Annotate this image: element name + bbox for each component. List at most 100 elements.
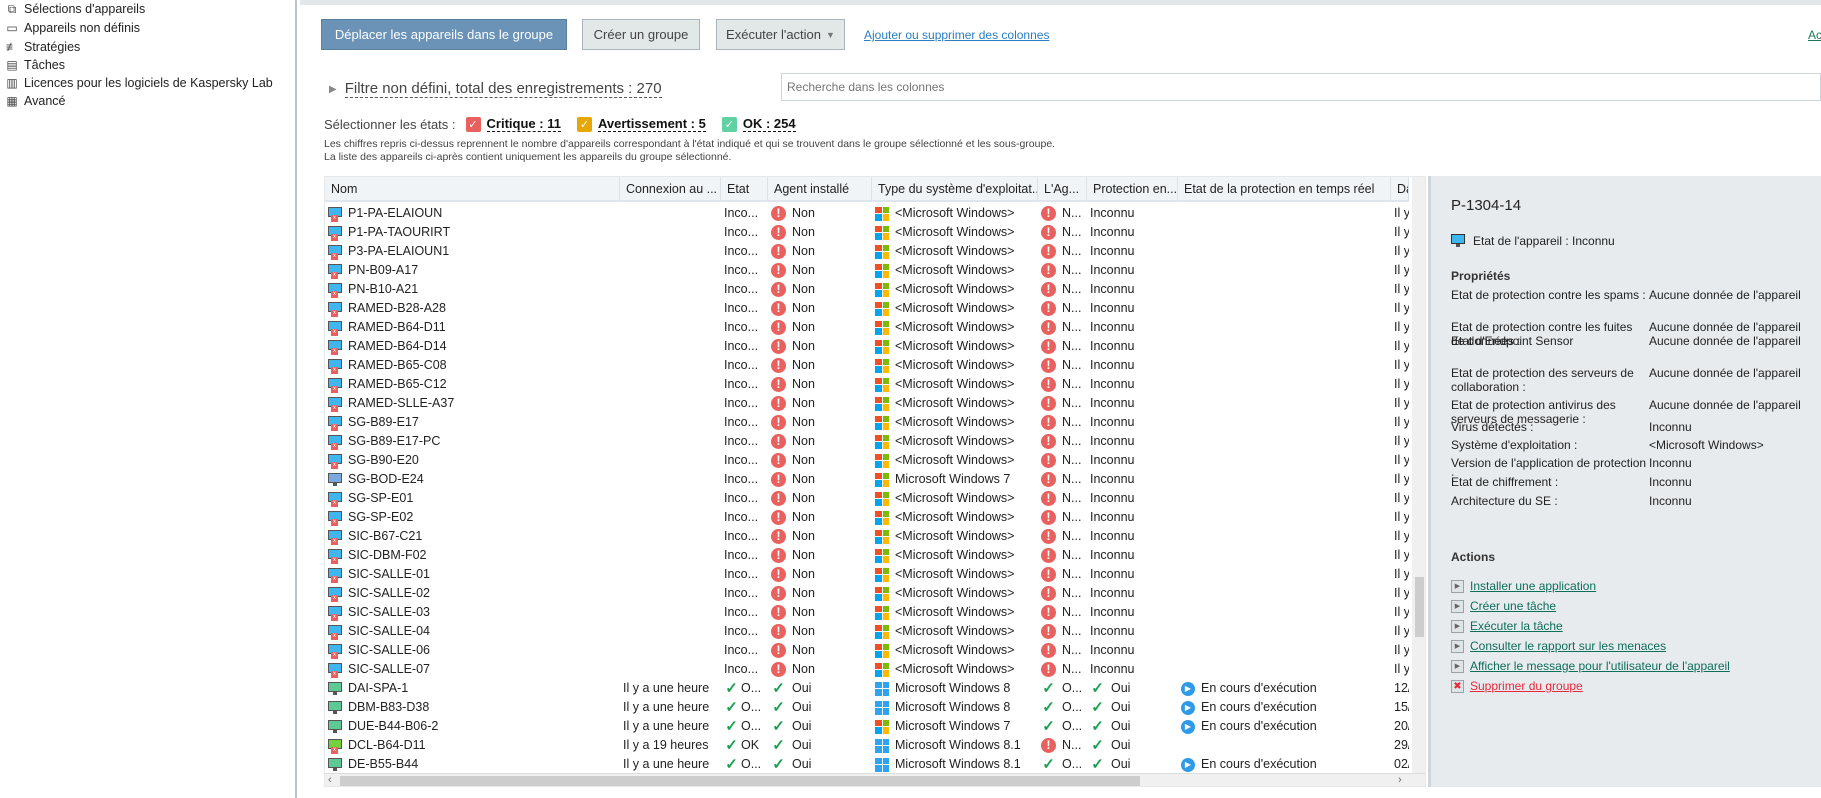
cell-realtime-protection: ▶ En cours d'exécution <box>1178 679 1391 698</box>
table-row[interactable]: x SIC-SALLE-06 Inco... ! Non <Microsoft Windo… <box>325 641 1409 660</box>
filter-toggle[interactable]: ▶ Filtre non défini, total des enregistre… <box>329 80 662 98</box>
cell-connection <box>620 508 721 527</box>
table-row[interactable]: x SIC-DBM-F02 Inco... ! Non <Microsoft Window… <box>325 546 1409 565</box>
action-link[interactable]: ✖ Supprimer du groupe <box>1451 679 1583 693</box>
column-header-state[interactable]: Etat <box>721 177 768 202</box>
table-row[interactable]: x RAMED-B65-C12 Inco... ! Non <Microsoft Wind… <box>325 375 1409 394</box>
table-row[interactable]: x RAMED-B64-D11 Inco... ! Non <Microsoft Wind… <box>325 318 1409 337</box>
sidebar-item-tasks[interactable]: ▤ Tâches <box>6 58 65 72</box>
error-icon: ! <box>771 491 786 506</box>
cell-realtime-protection <box>1178 603 1391 622</box>
warning-filter[interactable]: Avertissement : 5 <box>597 116 706 132</box>
cell-name: x RAMED-SLLE-A37 <box>325 394 620 413</box>
scroll-right-icon[interactable]: › <box>1398 774 1402 786</box>
sidebar-item-advanced[interactable]: ▦ Avancé <box>6 94 65 108</box>
right-link[interactable]: Ac <box>1808 28 1821 42</box>
column-header-agent[interactable]: Agent installé <box>768 177 872 202</box>
cell-agent-status: ! N... <box>1038 204 1087 223</box>
table-row[interactable]: x SIC-SALLE-03 Inco... ! Non <Microsoft Windo… <box>325 603 1409 622</box>
table-row[interactable]: x RAMED-B28-A28 Inco... ! Non <Microsoft Wind… <box>325 299 1409 318</box>
running-icon: ▶ <box>1181 700 1195 715</box>
table-row[interactable]: x SIC-SALLE-01 Inco... ! Non <Microsoft Windo… <box>325 565 1409 584</box>
cell-agent-status: ! N... <box>1038 413 1087 432</box>
table-row[interactable]: x SIC-B67-C21 Inco... ! Non <Microsoft Window… <box>325 527 1409 546</box>
move-devices-button[interactable]: Déplacer les appareils dans le groupe <box>321 19 567 50</box>
table-row[interactable]: x SIC-SALLE-07 Inco... ! Non <Microsoft Windo… <box>325 660 1409 679</box>
action-link[interactable]: ▶ Créer une tâche <box>1451 599 1556 613</box>
table-row[interactable]: DUE-B44-B06-2 Il y a une heure ✓ O... ✓ Oui Mi… <box>325 717 1409 736</box>
device-icon <box>328 700 342 716</box>
add-remove-columns-link[interactable]: Ajouter ou supprimer des colonnes <box>864 28 1049 42</box>
horizontal-scrollbar-thumb[interactable] <box>340 776 1140 786</box>
cell-connection <box>620 584 721 603</box>
vertical-scrollbar-thumb[interactable] <box>1415 577 1424 637</box>
table-row[interactable]: x SG-SP-E01 Inco... ! Non <Microsoft Windows>… <box>325 489 1409 508</box>
warning-checkbox[interactable]: ✓ <box>576 116 592 132</box>
cell-connection <box>620 641 721 660</box>
critical-checkbox[interactable]: ✓ <box>465 116 481 132</box>
column-header-protection[interactable]: Protection en... <box>1087 177 1178 202</box>
error-icon: ! <box>1041 225 1056 240</box>
table-row[interactable]: x PN-B10-A21 Inco... ! Non <Microsoft Windows… <box>325 280 1409 299</box>
table-row[interactable]: x P3-PA-ELAIOUN1 Inco... ! Non <Microsoft Win… <box>325 242 1409 261</box>
error-icon: ! <box>771 415 786 430</box>
table-row[interactable]: x SG-B89-E17-PC Inco... ! Non <Microsoft Wind… <box>325 432 1409 451</box>
table-row[interactable]: x RAMED-B64-D14 Inco... ! Non <Microsoft Wind… <box>325 337 1409 356</box>
table-row[interactable]: x SG-B90-E20 Inco... ! Non <Microsoft Windows… <box>325 451 1409 470</box>
table-row[interactable]: DBM-B83-D38 Il y a une heure ✓ O... ✓ Oui Micr… <box>325 698 1409 717</box>
table-row[interactable]: SG-BOD-E24 Inco... ! Non Microsoft Windows 7… <box>325 470 1409 489</box>
windows-flag-icon <box>875 567 889 582</box>
table-row[interactable]: x RAMED-B65-C08 Inco... ! Non <Microsoft Wind… <box>325 356 1409 375</box>
ok-filter[interactable]: OK : 254 <box>742 116 796 132</box>
column-search-input[interactable] <box>781 73 1821 101</box>
cell-realtime-protection <box>1178 337 1391 356</box>
table-row[interactable]: x P1-PA-ELAIOUN Inco... ! Non <Microsoft Wind… <box>325 204 1409 223</box>
windows-flag-icon <box>875 491 889 506</box>
table-row[interactable]: x SIC-SALLE-04 Inco... ! Non <Microsoft Windo… <box>325 622 1409 641</box>
scroll-left-icon[interactable]: ‹ <box>328 774 332 786</box>
table-row[interactable]: x SG-B89-E17 Inco... ! Non <Microsoft Windows… <box>325 413 1409 432</box>
horizontal-scrollbar[interactable]: ‹ › <box>325 773 1425 786</box>
list-note: La liste des appareils ci-après contient… <box>324 151 732 163</box>
table-row[interactable]: DE-B55-B44 Il y a une heure ✓ O... ✓ Oui Micro… <box>325 755 1409 774</box>
cell-connection <box>620 432 721 451</box>
table-row[interactable]: x SIC-SALLE-02 Inco... ! Non <Microsoft Windo… <box>325 584 1409 603</box>
action-link[interactable]: ▶ Exécuter la tâche <box>1451 619 1563 633</box>
sidebar-item-unassigned-devices[interactable]: ▭ Appareils non définis <box>6 21 140 35</box>
cell-agent: ! Non <box>768 223 872 242</box>
cell-os-type: <Microsoft Windows> <box>872 546 1038 565</box>
cell-protection: Inconnu <box>1090 662 1135 676</box>
property-row: Etat d'Endpoint Sensor Aucune donnée de l… <box>1451 334 1801 348</box>
action-link[interactable]: ▶ Installer une application <box>1451 579 1596 593</box>
action-link[interactable]: ▶ Consulter le rapport sur les menaces <box>1451 639 1666 653</box>
cell-os-type: <Microsoft Windows> <box>872 432 1038 451</box>
table-row[interactable]: x P1-PA-TAOURIRT Inco... ! Non <Microsoft Win… <box>325 223 1409 242</box>
table-row[interactable]: DAI-SPA-1 Il y a une heure ✓ O... ✓ Oui Micros… <box>325 679 1409 698</box>
table-row[interactable]: x RAMED-SLLE-A37 Inco... ! Non <Microsoft Win… <box>325 394 1409 413</box>
sidebar-item-policies[interactable]: ≢ Stratégies <box>6 40 80 54</box>
column-header-date[interactable]: Da <box>1391 177 1409 202</box>
windows-flag-icon <box>875 282 889 297</box>
sidebar-item-licenses[interactable]: ▥ Licences pour les logiciels de Kaspersk… <box>6 76 272 90</box>
table-row[interactable]: x DCL-B64-D11 Il y a 19 heures ✓ OK ✓ Oui Micro… <box>325 736 1409 755</box>
run-action-button[interactable]: Exécuter l'action ▼ <box>716 19 845 50</box>
sidebar-item-device-selections[interactable]: ⧉ Sélections d'appareils <box>6 2 146 16</box>
play-icon: ▶ <box>1451 659 1464 673</box>
table-row[interactable]: x SG-SP-E02 Inco... ! Non <Microsoft Windows>… <box>325 508 1409 527</box>
cell-date: Il y <box>1394 282 1409 296</box>
check-icon: ✓ <box>1091 699 1104 716</box>
cell-connection: Il y a une heure <box>623 700 710 714</box>
create-group-button[interactable]: Créer un groupe <box>582 19 700 50</box>
error-icon: ! <box>771 282 786 297</box>
column-header-os-type[interactable]: Type du système d'exploitat... <box>872 177 1038 202</box>
column-header-agent-status[interactable]: L'Ag... <box>1038 177 1087 202</box>
critical-filter[interactable]: Critique : 11 <box>486 116 561 132</box>
error-icon: ! <box>771 605 786 620</box>
column-header-realtime-protection[interactable]: Etat de la protection en temps réel <box>1178 177 1391 202</box>
action-link[interactable]: ▶ Afficher le message pour l'utilisateur … <box>1451 659 1730 673</box>
column-header-name[interactable]: Nom <box>325 177 620 202</box>
ok-checkbox[interactable]: ✓ <box>721 116 737 132</box>
column-header-connection[interactable]: Connexion au ... <box>620 177 721 202</box>
table-row[interactable]: x PN-B09-A17 Inco... ! Non <Microsoft Windows… <box>325 261 1409 280</box>
vertical-scrollbar[interactable] <box>1412 177 1425 773</box>
